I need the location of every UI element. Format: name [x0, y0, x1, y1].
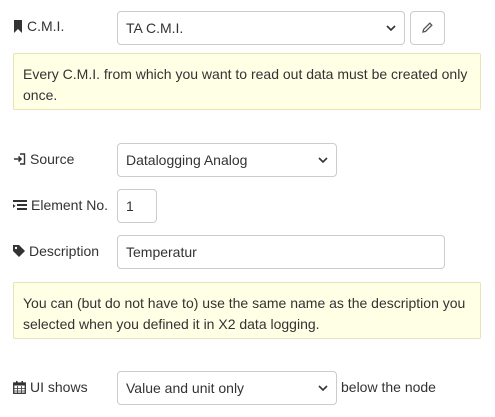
cmi-label: C.M.I.	[13, 18, 64, 34]
ui-shows-label-text: UI shows	[30, 379, 88, 395]
description-value: Temperatur	[126, 244, 197, 260]
description-label: Description	[13, 243, 99, 259]
sign-in-icon	[13, 153, 26, 165]
source-select-value: Datalogging Analog	[126, 152, 248, 168]
description-label-text: Description	[29, 243, 100, 259]
chevron-down-icon	[318, 384, 328, 392]
cmi-select-value: TA C.M.I.	[126, 20, 184, 36]
source-label-text: Source	[30, 151, 75, 167]
cmi-select[interactable]: TA C.M.I.	[117, 11, 405, 45]
pencil-icon	[422, 20, 433, 36]
description-input[interactable]: Temperatur	[117, 235, 445, 269]
ui-shows-suffix: below the node	[341, 379, 436, 395]
chevron-down-icon	[386, 24, 396, 32]
bookmark-icon	[13, 19, 23, 33]
cmi-label-text: C.M.I.	[27, 18, 65, 34]
ui-shows-label: UI shows	[13, 379, 88, 395]
list-icon	[13, 199, 27, 211]
tag-icon	[13, 245, 25, 257]
element-no-label-text: Element No.	[31, 197, 109, 213]
source-select[interactable]: Datalogging Analog	[117, 143, 337, 177]
cmi-edit-button[interactable]	[410, 11, 445, 45]
calendar-icon	[13, 380, 26, 394]
element-no-label: Element No.	[13, 197, 108, 213]
ui-shows-select[interactable]: Value and unit only	[117, 371, 337, 405]
ui-shows-select-value: Value and unit only	[126, 380, 245, 396]
source-label: Source	[13, 151, 74, 167]
chevron-down-icon	[318, 156, 328, 164]
cmi-info-note: Every C.M.I. from which you want to read…	[13, 53, 481, 110]
description-info-note: You can (but do not have to) use the sam…	[13, 282, 481, 339]
element-no-value: 1	[126, 198, 134, 214]
element-no-input[interactable]: 1	[117, 189, 157, 223]
